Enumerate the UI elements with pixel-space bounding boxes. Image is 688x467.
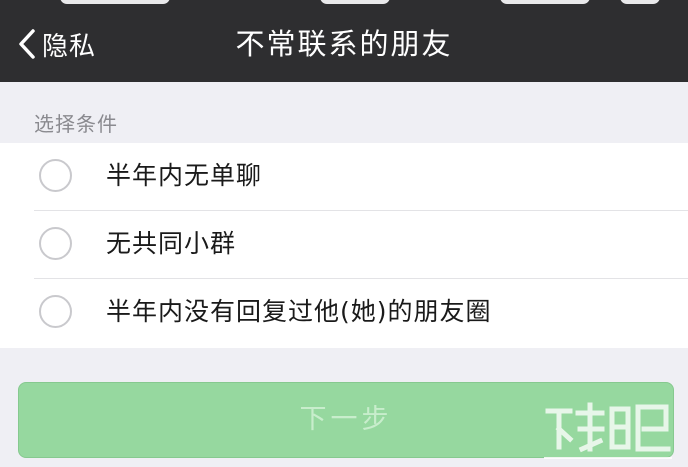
watermark-logo [544,399,672,463]
radio-unchecked-icon[interactable] [39,295,72,328]
screen: 隐私 不常联系的朋友 选择条件 半年内无单聊 无共同小群 半年内没有回复过他(她… [0,0,688,467]
section-header: 选择条件 [34,112,118,136]
option-label: 半年内无单聊 [106,161,263,190]
option-no-moments-reply[interactable]: 半年内没有回复过他(她)的朋友圈 [0,279,688,347]
radio-unchecked-icon[interactable] [39,227,72,260]
option-no-common-group[interactable]: 无共同小群 [0,211,688,279]
option-no-private-chat[interactable]: 半年内无单聊 [0,143,688,211]
status-bar-fragment [0,0,688,6]
option-label: 无共同小群 [106,229,237,258]
page-title: 不常联系的朋友 [235,27,453,61]
navigation-bar: 隐私 不常联系的朋友 [0,0,688,82]
radio-unchecked-icon[interactable] [39,159,72,192]
option-label: 半年内没有回复过他(她)的朋友圈 [106,297,492,326]
options-list: 半年内无单聊 无共同小群 半年内没有回复过他(她)的朋友圈 [0,143,688,348]
